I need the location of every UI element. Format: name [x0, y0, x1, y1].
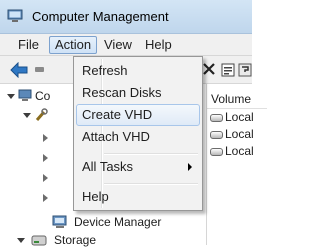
menu-help[interactable]: Help [140, 36, 177, 54]
device-manager-icon [52, 215, 67, 228]
menu-bar: File Action View Help [0, 34, 252, 56]
menu-item-help[interactable]: Help [76, 186, 200, 208]
expand-toggle-icon[interactable] [23, 113, 31, 118]
menu-item-refresh[interactable]: Refresh [76, 60, 200, 82]
tree-item-root[interactable]: Co [0, 87, 75, 105]
close-icon[interactable] [202, 62, 216, 76]
properties-icon[interactable] [221, 62, 235, 77]
tree-label-device-manager: Device Manager [74, 215, 162, 229]
menu-item-label: Refresh [82, 63, 128, 78]
expand-toggle-icon[interactable] [43, 134, 48, 142]
volume-label: Local [225, 144, 254, 158]
expand-toggle-icon[interactable] [43, 194, 48, 202]
disk-icon [210, 131, 223, 139]
column-header-volume[interactable]: Volume [207, 89, 267, 109]
help-icon[interactable] [238, 62, 252, 77]
action-menu: Refresh Rescan Disks Create VHD Attach V… [73, 56, 203, 211]
tree-label-storage: Storage [54, 233, 97, 247]
expand-toggle-icon[interactable] [43, 154, 48, 162]
storage-icon [31, 235, 47, 246]
menu-file[interactable]: File [13, 36, 44, 54]
disk-icon [210, 114, 223, 122]
volume-label: Local [225, 110, 254, 124]
title-bar: Computer Management [0, 0, 252, 34]
submenu-arrow-icon [188, 163, 192, 171]
volume-label: Local [225, 127, 254, 141]
tree-item-storage[interactable]: Storage [14, 231, 134, 249]
tools-icon [35, 108, 48, 121]
menu-item-label: All Tasks [82, 159, 134, 174]
tree-root-label: Co [35, 89, 51, 103]
menu-view[interactable]: View [99, 36, 137, 54]
menu-action[interactable]: Action [49, 36, 98, 54]
menu-item-create-vhd[interactable]: Create VHD [76, 104, 200, 126]
back-arrow-icon[interactable] [10, 62, 28, 78]
menu-separator [104, 153, 198, 155]
tree-item-device-manager[interactable]: Device Manager [52, 213, 172, 231]
menu-separator [104, 183, 198, 185]
expand-toggle-icon[interactable] [43, 174, 48, 182]
expand-toggle-icon[interactable] [7, 94, 15, 99]
menu-item-rescan-disks[interactable]: Rescan Disks [76, 82, 200, 104]
tree-item-system-tools[interactable] [16, 106, 71, 124]
window-title: Computer Management [32, 9, 169, 24]
forward-arrow-icon[interactable] [35, 67, 44, 72]
disk-icon [210, 148, 223, 156]
menu-item-label: Attach VHD [82, 129, 150, 144]
menu-item-all-tasks[interactable]: All Tasks [76, 156, 200, 178]
volume-list-pane: Volume Local Local Local [206, 84, 267, 245]
menu-item-label: Rescan Disks [82, 85, 162, 100]
computer-icon [18, 89, 32, 101]
menu-item-attach-vhd[interactable]: Attach VHD [76, 126, 200, 148]
computer-management-icon [7, 9, 23, 22]
menu-item-label: Help [82, 189, 109, 204]
expand-toggle-icon[interactable] [17, 238, 25, 243]
menu-item-label: Create VHD [82, 107, 153, 122]
